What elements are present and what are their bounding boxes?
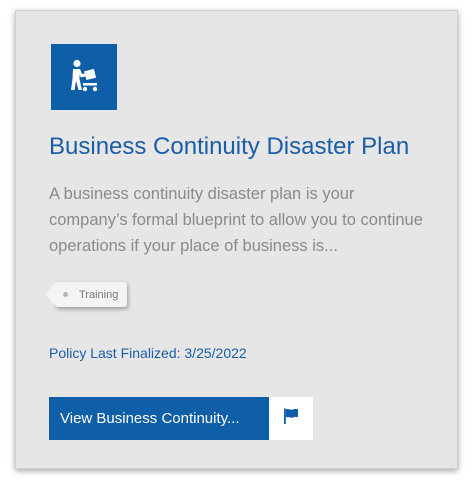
card-description: A business continuity disaster plan is y… bbox=[49, 185, 423, 255]
training-tag[interactable]: Training bbox=[45, 282, 128, 307]
policy-finalized-date: Policy Last Finalized: 3/25/2022 bbox=[49, 345, 247, 361]
flag-icon bbox=[282, 407, 300, 430]
policy-card: Business Continuity Disaster Plan A busi… bbox=[15, 10, 458, 469]
flag-button[interactable] bbox=[269, 397, 313, 440]
card-title: Business Continuity Disaster Plan bbox=[49, 133, 410, 160]
tag-dot bbox=[63, 292, 68, 297]
card-actions: View Business Continuity... bbox=[49, 397, 313, 440]
worker-with-box-icon bbox=[51, 44, 117, 110]
tag-label: Training bbox=[79, 288, 119, 301]
view-policy-button[interactable]: View Business Continuity... bbox=[49, 397, 269, 440]
